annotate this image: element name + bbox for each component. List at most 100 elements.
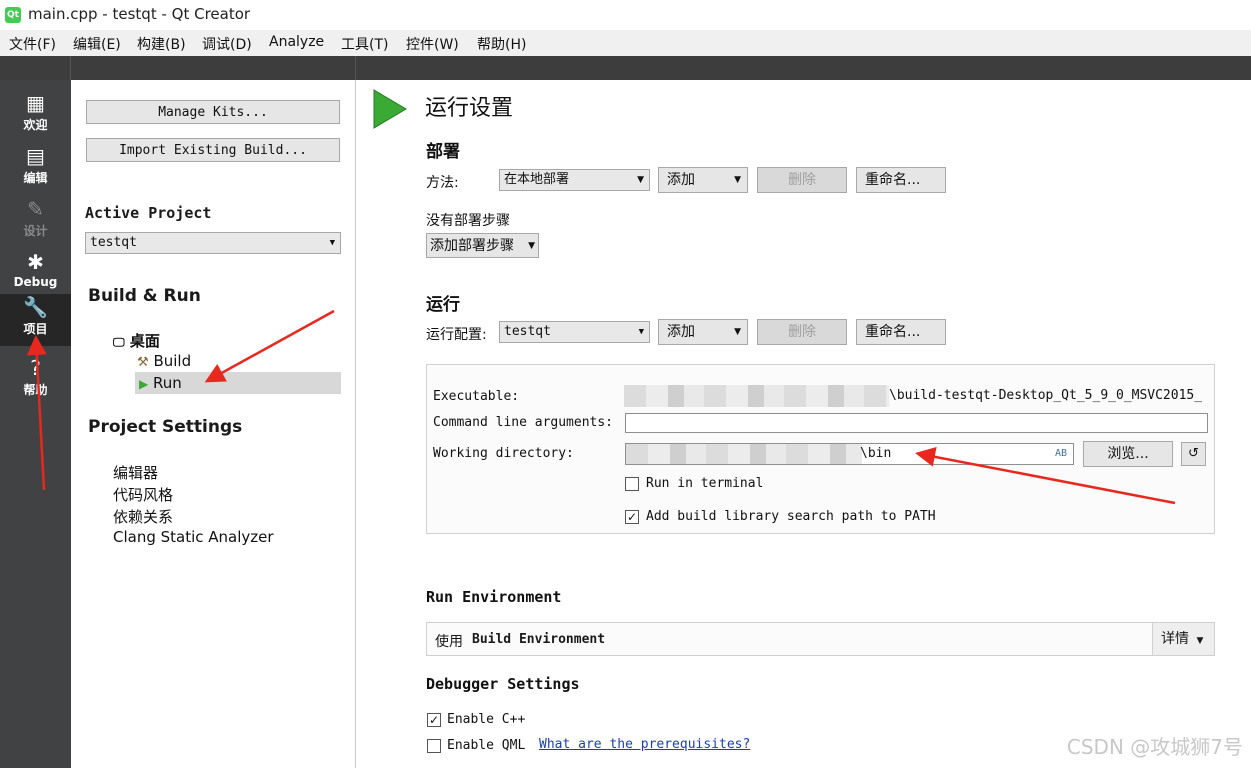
mode-help[interactable]: ? 帮助 — [0, 355, 71, 407]
workdir-label: Working directory: — [433, 446, 574, 461]
project-navigation-panel: Manage Kits... Import Existing Build... … — [71, 80, 356, 768]
page-title: 运行设置 — [425, 96, 514, 121]
mode-projects[interactable]: 🔧 项目 — [0, 294, 71, 346]
prerequisites-link[interactable]: What are the prerequisites? — [539, 737, 750, 752]
redacted-path — [624, 385, 889, 407]
active-project-combo[interactable]: testqt ▼ — [85, 232, 341, 254]
menu-edit[interactable]: 编辑(E) — [73, 34, 121, 54]
run-item[interactable]: ▶ Run — [139, 374, 182, 392]
window-title: main.cpp - testqt - Qt Creator — [28, 5, 251, 23]
variable-chooser-icon[interactable]: AB — [1055, 445, 1067, 463]
active-project-label: Active Project — [85, 204, 212, 222]
run-in-terminal-label: Run in terminal — [646, 476, 764, 491]
args-input[interactable] — [625, 413, 1208, 433]
chevron-down-icon: ▼ — [734, 175, 741, 185]
hammer-icon: ⚒ — [137, 355, 149, 370]
deploy-method-value: 在本地部署 — [504, 172, 570, 187]
title-bar: Qt main.cpp - testqt - Qt Creator — [0, 0, 1251, 30]
chevron-down-icon: ▼ — [528, 241, 535, 251]
add-label: 添加 — [667, 324, 695, 340]
kit-item[interactable]: 🖵 桌面 — [113, 330, 160, 351]
chevron-down-icon: ▼ — [1196, 636, 1204, 646]
play-icon: ▶ — [139, 377, 149, 391]
deploy-remove-button[interactable]: 删除 — [757, 167, 847, 193]
toolbar-separator — [355, 56, 356, 80]
menu-tools[interactable]: 工具(T) — [341, 34, 388, 54]
enable-cpp-checkbox[interactable]: ✓ — [427, 713, 441, 727]
environment-summary: 使用 Build Environment 详情 ▼ — [426, 622, 1215, 656]
settings-item-editor[interactable]: 编辑器 — [113, 462, 158, 483]
mode-label: 项目 — [23, 322, 48, 336]
wrench-icon: 🔧 — [23, 295, 48, 319]
enable-cpp-label: Enable C++ — [447, 712, 526, 727]
project-settings-header: Project Settings — [88, 417, 243, 437]
run-add-button[interactable]: 添加 ▼ — [658, 319, 748, 345]
enable-qml-label: Enable QML — [447, 738, 526, 753]
menu-bar: 文件(F) 编辑(E) 构建(B) 调试(D) Analyze 工具(T) 控件… — [0, 30, 1251, 56]
run-remove-button[interactable]: 删除 — [757, 319, 847, 345]
run-settings-page: 运行设置 部署 方法: 在本地部署 ▼ 添加 ▼ 删除 重命名... 没有部署步… — [356, 80, 1251, 768]
settings-item-clang[interactable]: Clang Static Analyzer — [113, 528, 274, 546]
mode-design[interactable]: ✎ 设计 — [0, 196, 71, 248]
run-config-label: 运行配置: — [426, 327, 487, 343]
bug-icon: ✱ — [27, 250, 44, 274]
add-lib-path-checkbox[interactable]: ✓ — [625, 510, 639, 524]
details-button[interactable]: 详情 ▼ — [1152, 623, 1214, 655]
run-in-terminal-checkbox[interactable] — [625, 477, 639, 491]
workdir-value: \bin — [860, 446, 892, 461]
import-build-button[interactable]: Import Existing Build... — [86, 138, 340, 162]
details-label: 详情 — [1161, 631, 1189, 647]
mode-bar: ▦ 欢迎 ▤ 编辑 ✎ 设计 ✱ Debug 🔧 项目 ? 帮助 — [0, 80, 71, 768]
run-header: 运行 — [426, 295, 460, 315]
watermark: CSDN @攻城狮7号 — [1066, 735, 1243, 759]
question-icon: ? — [30, 356, 41, 380]
chevron-down-icon: ▼ — [734, 327, 741, 337]
deploy-header: 部署 — [426, 142, 460, 162]
checkmark-icon: ✓ — [428, 713, 440, 727]
menu-analyze[interactable]: Analyze — [269, 34, 324, 50]
args-label: Command line arguments: — [433, 415, 614, 430]
deploy-rename-button[interactable]: 重命名... — [856, 167, 946, 193]
mode-welcome[interactable]: ▦ 欢迎 — [0, 90, 71, 142]
monitor-icon: 🖵 — [113, 335, 125, 349]
run-environment-header: Run Environment — [426, 588, 562, 606]
executable-value: \build-testqt-Desktop_Qt_5_9_0_MSVC2015_ — [889, 388, 1203, 403]
checkmark-icon: ✓ — [626, 510, 638, 524]
settings-item-code-style[interactable]: 代码风格 — [113, 484, 173, 505]
browse-button[interactable]: 浏览... — [1083, 441, 1173, 467]
pencil-icon: ✎ — [27, 197, 44, 221]
chevron-down-icon: ▼ — [638, 327, 644, 337]
grid-icon: ▦ — [26, 91, 45, 115]
menu-debug[interactable]: 调试(D) — [202, 34, 252, 54]
run-rename-button[interactable]: 重命名... — [856, 319, 946, 345]
qt-logo-icon: Qt — [5, 7, 21, 23]
build-item[interactable]: ⚒ Build — [137, 352, 191, 370]
mode-edit[interactable]: ▤ 编辑 — [0, 143, 71, 195]
mode-label: 设计 — [23, 224, 48, 238]
run-config-combo[interactable]: testqt ▼ — [499, 321, 650, 343]
no-deploy-steps-label: 没有部署步骤 — [426, 213, 510, 229]
workdir-input[interactable]: \bin AB — [625, 443, 1074, 465]
run-settings-icon — [373, 89, 407, 129]
add-deploy-step-button[interactable]: 添加部署步骤 ▼ — [426, 233, 539, 258]
document-icon: ▤ — [26, 144, 45, 168]
mode-label: 欢迎 — [23, 118, 48, 132]
redacted-path — [626, 444, 862, 464]
add-lib-path-label: Add build library search path to PATH — [646, 509, 936, 524]
mode-label: 帮助 — [23, 383, 48, 397]
menu-build[interactable]: 构建(B) — [137, 34, 186, 54]
menu-file[interactable]: 文件(F) — [9, 34, 56, 54]
menu-widgets[interactable]: 控件(W) — [406, 34, 459, 54]
deploy-method-combo[interactable]: 在本地部署 ▼ — [499, 169, 650, 191]
reset-workdir-button[interactable]: ↺ — [1181, 442, 1206, 466]
deploy-add-button[interactable]: 添加 ▼ — [658, 167, 748, 193]
toolbar-separator — [70, 56, 71, 80]
menu-help[interactable]: 帮助(H) — [477, 34, 526, 54]
add-label: 添加 — [667, 172, 695, 188]
manage-kits-button[interactable]: Manage Kits... — [86, 100, 340, 124]
build-run-header: Build & Run — [88, 286, 201, 306]
settings-item-dependencies[interactable]: 依赖关系 — [113, 506, 173, 527]
debugger-settings-header: Debugger Settings — [426, 675, 580, 693]
enable-qml-checkbox[interactable] — [427, 739, 441, 753]
build-label: Build — [153, 352, 192, 370]
